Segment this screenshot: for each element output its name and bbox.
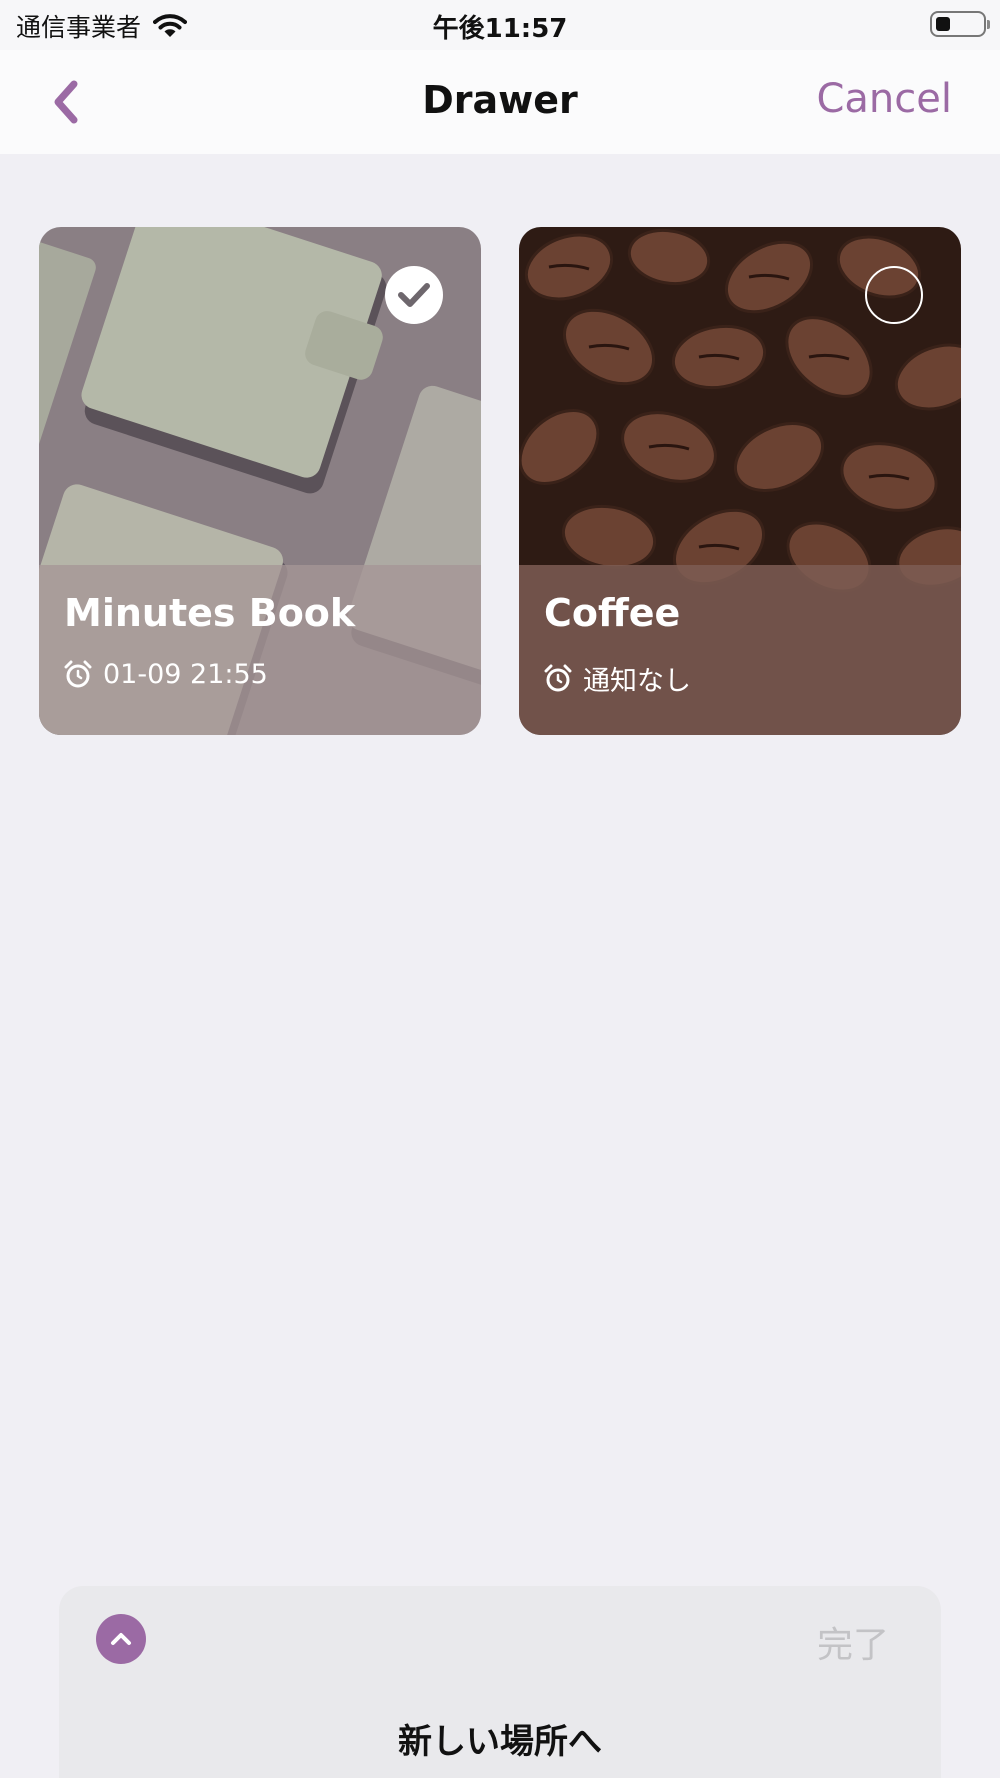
alarm-clock-icon: [64, 660, 92, 687]
drawer-card-minutes-book[interactable]: Minutes Book 01-09 21:55: [39, 227, 481, 735]
battery-level: [936, 17, 950, 31]
done-button[interactable]: 完了: [817, 1616, 889, 1668]
chevron-up-icon: [111, 1633, 131, 1645]
reminder-text: 01-09 21:55: [103, 659, 268, 690]
alarm-clock-icon: [544, 664, 572, 691]
cancel-button[interactable]: Cancel: [816, 76, 952, 122]
card-reminder: 通知なし: [543, 659, 691, 698]
sheet-title: 新しい場所へ: [398, 1722, 602, 1762]
status-time: 午後11:57: [432, 14, 568, 44]
drawer-card-coffee[interactable]: Coffee 通知なし: [519, 227, 961, 735]
checkmark-icon: [398, 283, 430, 307]
card-title: Minutes Book: [64, 591, 356, 635]
card-title: Coffee: [544, 591, 681, 635]
expand-sheet-button[interactable]: [96, 1614, 146, 1664]
status-bar: 通信事業者 午後11:57: [0, 0, 1000, 50]
card-reminder: 01-09 21:55: [63, 659, 268, 690]
bottom-sheet: 完了 新しい場所へ: [59, 1586, 941, 1778]
battery-icon: [930, 11, 990, 37]
unselected-circle[interactable]: [865, 266, 923, 324]
selected-checkmark[interactable]: [385, 266, 443, 324]
reminder-text: 通知なし: [583, 666, 691, 697]
navigation-bar: Drawer Cancel: [0, 50, 1000, 154]
